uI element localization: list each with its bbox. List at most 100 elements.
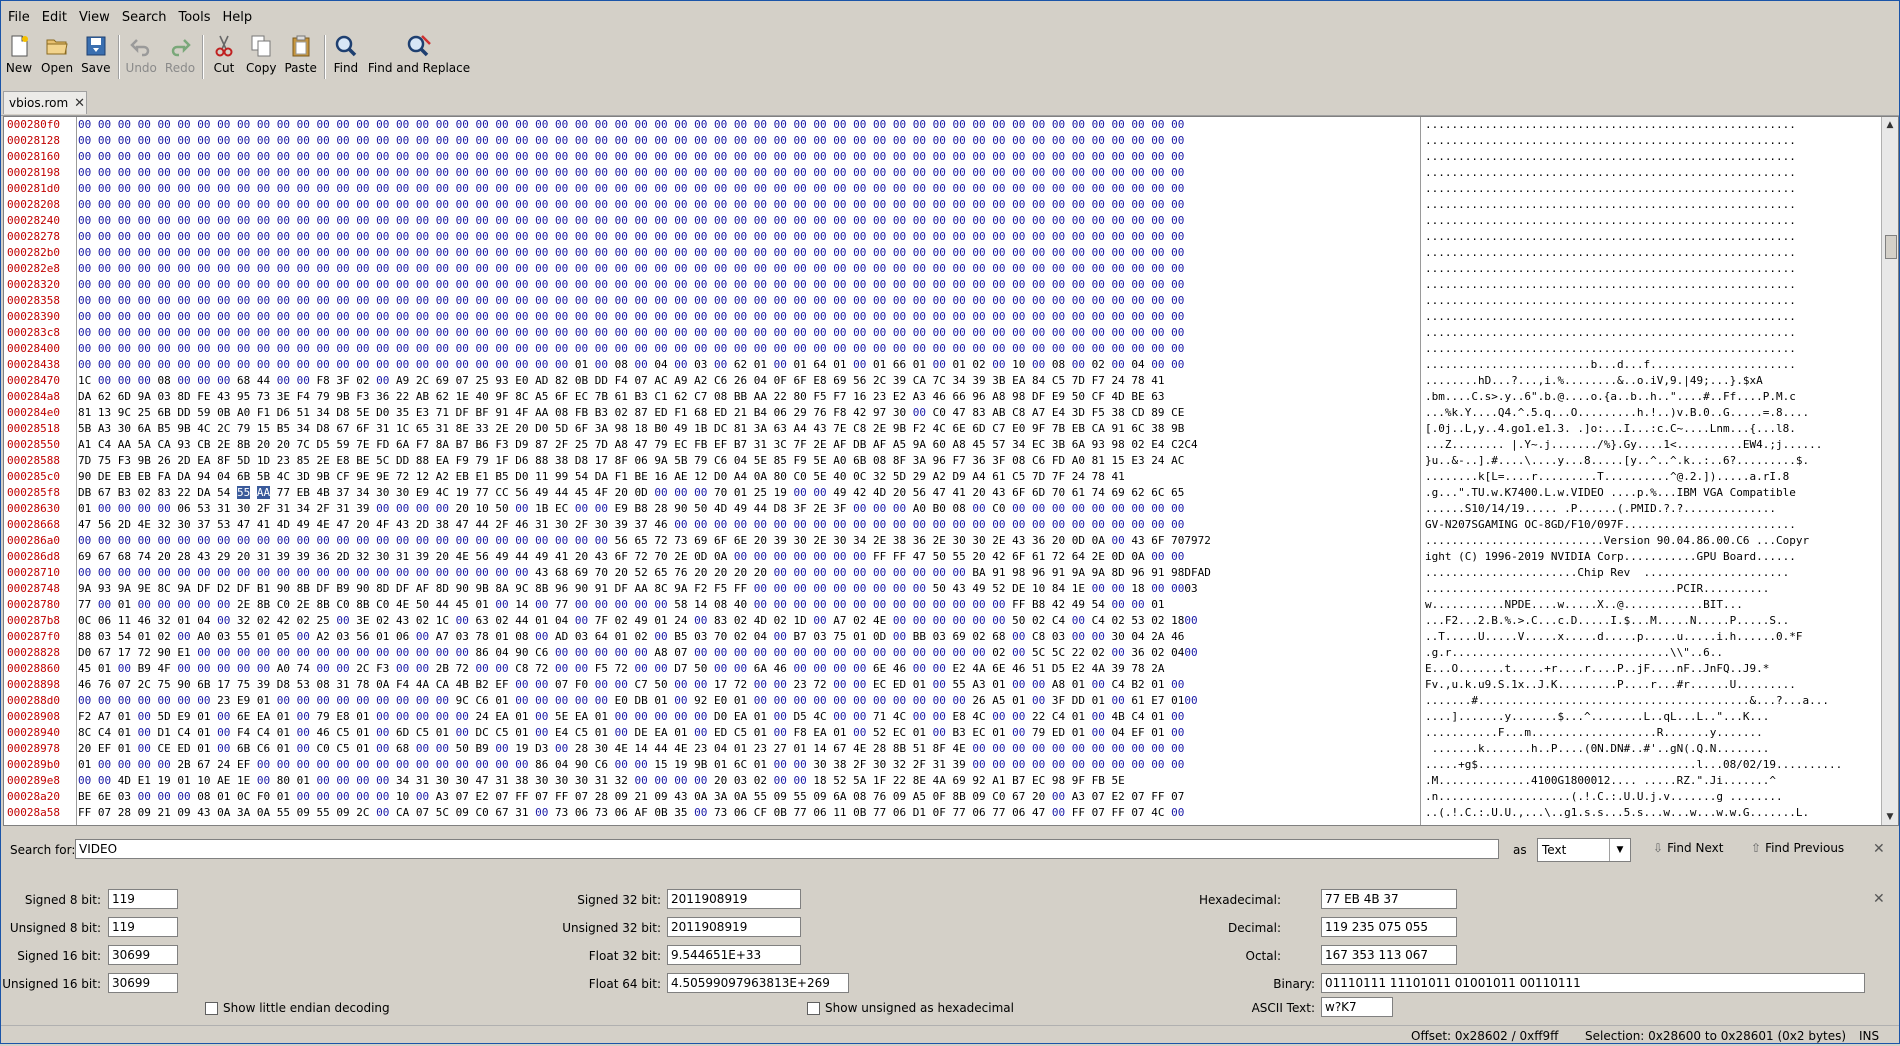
row-hex-bytes[interactable]: 0C 06 11 46 32 01 04 00 32 02 42 02 25 0… xyxy=(78,613,1198,629)
unsigned-hex-checkbox[interactable]: Show unsigned as hexadecimal xyxy=(807,1001,1014,1015)
row-hex-bytes[interactable]: 01 00 00 00 00 06 53 31 30 2F 31 34 2F 3… xyxy=(78,501,1184,517)
undo-button[interactable]: Undo xyxy=(122,31,161,75)
row-hex-bytes[interactable]: DA 62 6D 9A 03 8D FE 43 95 73 3E F4 79 9… xyxy=(78,389,1171,405)
scroll-down-icon[interactable]: ▼ xyxy=(1884,811,1896,823)
row-ascii[interactable]: ....].......y.......$...^........L..qL..… xyxy=(1425,709,1769,725)
row-ascii[interactable]: ........k[L=....r.........T..........^@.… xyxy=(1425,469,1789,485)
row-ascii[interactable]: ........................................… xyxy=(1425,293,1796,309)
row-ascii[interactable]: ........................................… xyxy=(1425,245,1796,261)
row-hex-bytes[interactable]: 00 00 00 00 00 00 00 00 00 00 00 00 00 0… xyxy=(78,197,1184,213)
row-ascii[interactable]: ......................................PC… xyxy=(1425,581,1769,597)
row-ascii[interactable]: ...........F...m...................R....… xyxy=(1425,725,1763,741)
decimal-field[interactable]: 119 235 075 055 xyxy=(1321,917,1457,937)
cut-button[interactable]: Cut xyxy=(206,31,242,75)
row-ascii[interactable]: .......#................................… xyxy=(1425,693,1829,709)
row-ascii[interactable]: ........................................… xyxy=(1425,133,1796,149)
paste-button[interactable]: Paste xyxy=(280,31,320,75)
float-64-field[interactable]: 4.50599097963813E+269 xyxy=(667,973,849,993)
row-hex-bytes[interactable]: 46 76 07 2C 75 90 6B 17 75 39 D8 53 08 3… xyxy=(78,677,1184,693)
row-hex-bytes[interactable]: F2 A7 01 00 5D E9 01 00 6E EA 01 00 79 E… xyxy=(78,709,1184,725)
row-hex-bytes[interactable]: 00 00 00 00 00 00 00 00 00 00 00 00 00 0… xyxy=(78,565,1211,581)
find-replace-button[interactable]: Find and Replace xyxy=(364,31,474,75)
row-hex-bytes[interactable]: 00 00 00 00 00 00 00 00 00 00 00 00 00 0… xyxy=(78,117,1184,133)
row-hex-bytes[interactable]: 00 00 4D E1 19 01 10 AE 1E 00 80 01 00 0… xyxy=(78,773,1131,789)
row-ascii[interactable]: ..(.!.C.:.U.U.,...\..g1.s.s...5.s...w...… xyxy=(1425,805,1809,821)
row-hex-bytes[interactable]: 1C 00 00 00 08 00 00 00 68 44 00 00 F8 3… xyxy=(78,373,1171,389)
row-ascii[interactable]: E...O.......t.....+r....r....P..jF....nF… xyxy=(1425,661,1769,677)
row-hex-bytes[interactable]: 01 00 00 00 00 2B 67 24 EF 00 00 00 00 0… xyxy=(78,757,1184,773)
search-input[interactable]: VIDEO xyxy=(75,839,1499,859)
copy-button[interactable]: Copy xyxy=(242,31,280,75)
unsigned-16-field[interactable]: 30699 xyxy=(108,973,178,993)
signed-8-field[interactable]: 119 xyxy=(108,889,178,909)
row-hex-bytes[interactable]: 00 00 00 00 00 00 00 00 00 00 00 00 00 0… xyxy=(78,133,1184,149)
vertical-scrollbar[interactable]: ▲ ▼ xyxy=(1881,117,1898,825)
row-ascii[interactable]: ........................................… xyxy=(1425,261,1796,277)
row-ascii[interactable]: GV-N207SGAMING OC-8GD/F10/097F..........… xyxy=(1425,517,1796,533)
octal-field[interactable]: 167 353 113 067 xyxy=(1321,945,1457,965)
row-hex-bytes[interactable]: 7D 75 F3 9B 26 2D EA 8F 5D 1D 23 85 2E E… xyxy=(78,453,1184,469)
row-ascii[interactable]: ........................................… xyxy=(1425,213,1796,229)
row-hex-bytes[interactable]: 00 00 00 00 00 00 00 00 00 00 00 00 00 0… xyxy=(78,357,1184,373)
row-ascii[interactable]: .bm....C.s>.y..6".b.@....o.{a..b..h.."..… xyxy=(1425,389,1796,405)
row-hex-bytes[interactable]: 77 00 01 00 00 00 00 00 2E 8B C0 2E 8B C… xyxy=(78,597,1171,613)
row-hex-bytes[interactable]: 8C C4 01 00 D1 C4 01 00 F4 C4 01 00 46 C… xyxy=(78,725,1184,741)
row-hex-bytes[interactable]: 00 00 00 00 00 00 00 00 00 00 00 00 00 0… xyxy=(78,213,1184,229)
menu-tools[interactable]: Tools xyxy=(173,10,215,25)
row-ascii[interactable]: .........................b...d...f......… xyxy=(1425,357,1796,373)
row-ascii[interactable]: .......................Chip Rev ........… xyxy=(1425,565,1789,581)
search-type-select[interactable]: Text ▼ xyxy=(1537,838,1631,862)
row-ascii[interactable]: ...F2...2.B.%.>.C...c.D.....I.$...M.....… xyxy=(1425,613,1789,629)
row-hex-bytes[interactable]: 00 00 00 00 00 00 00 23 E9 01 00 00 00 0… xyxy=(78,693,1198,709)
unsigned-32-field[interactable]: 2011908919 xyxy=(667,917,801,937)
row-hex-bytes[interactable]: 69 67 68 74 20 28 43 29 20 31 39 39 36 2… xyxy=(78,549,1184,565)
row-ascii[interactable]: ........................................… xyxy=(1425,197,1796,213)
row-hex-bytes[interactable]: 00 00 00 00 00 00 00 00 00 00 00 00 00 0… xyxy=(78,229,1184,245)
row-hex-bytes[interactable]: A1 C4 AA 5A CA 93 CB 2E 8B 20 20 7C D5 5… xyxy=(78,437,1198,453)
row-ascii[interactable]: w...........NPDE....w.....X..@..........… xyxy=(1425,597,1743,613)
row-ascii[interactable]: .g...".TU.w.K7400.L.w.VIDEO ....p.%...IB… xyxy=(1425,485,1796,501)
row-ascii[interactable]: ........................................… xyxy=(1425,149,1796,165)
row-ascii[interactable]: ........................................… xyxy=(1425,229,1796,245)
tab-vbios-rom[interactable]: vbios.rom ✕ xyxy=(3,91,87,114)
row-ascii[interactable]: Fv.,u.k.u9.S.1x..J.K.........P....r...#r… xyxy=(1425,677,1796,693)
row-hex-bytes[interactable]: 90 DE EB EB FA DA 94 04 6B 5B 4C 3D 9B C… xyxy=(78,469,1131,485)
row-hex-bytes[interactable]: 47 56 2D 4E 32 30 37 53 47 41 4D 49 4E 4… xyxy=(78,517,1184,533)
hexadecimal-field[interactable]: 77 EB 4B 37 xyxy=(1321,889,1457,909)
row-ascii[interactable]: ........................................… xyxy=(1425,117,1796,133)
menu-help[interactable]: Help xyxy=(218,10,258,25)
hex-view[interactable]: 000280f0 00 00 00 00 00 00 00 00 00 00 00… xyxy=(3,116,1899,826)
row-ascii[interactable]: ........hD...?...,i.%........&..o.iV,9.|… xyxy=(1425,373,1763,389)
row-ascii[interactable]: ........................................… xyxy=(1425,309,1796,325)
row-hex-bytes[interactable]: FF 07 28 09 21 09 43 0A 3A 0A 55 09 55 0… xyxy=(78,805,1184,821)
row-ascii[interactable]: ...........................Version 90.04… xyxy=(1425,533,1809,549)
row-hex-bytes[interactable]: 88 03 54 01 02 00 A0 03 55 01 05 00 A2 0… xyxy=(78,629,1184,645)
find-previous-button[interactable]: ⇧ Find Previous xyxy=(1751,841,1844,855)
row-ascii[interactable]: ........................................… xyxy=(1425,165,1796,181)
row-ascii[interactable]: ........................................… xyxy=(1425,181,1796,197)
binary-field[interactable]: 01110111 11101011 01001011 00110111 xyxy=(1321,973,1865,993)
float-32-field[interactable]: 9.544651E+33 xyxy=(667,945,801,965)
row-hex-bytes[interactable]: 00 00 00 00 00 00 00 00 00 00 00 00 00 0… xyxy=(78,165,1184,181)
unsigned-8-field[interactable]: 119 xyxy=(108,917,178,937)
row-hex-bytes[interactable]: 00 00 00 00 00 00 00 00 00 00 00 00 00 0… xyxy=(78,261,1184,277)
redo-button[interactable]: Redo xyxy=(161,31,199,75)
row-hex-bytes[interactable]: 9A 93 9A 9E 8C 9A DF D2 DF B1 90 8B DF B… xyxy=(78,581,1198,597)
menu-view[interactable]: View xyxy=(74,10,115,25)
row-hex-bytes[interactable]: 00 00 00 00 00 00 00 00 00 00 00 00 00 0… xyxy=(78,181,1184,197)
row-hex-bytes[interactable]: BE 6E 03 00 00 00 08 01 0C F0 01 00 00 0… xyxy=(78,789,1184,805)
close-icon[interactable]: ✕ xyxy=(1873,891,1885,907)
row-ascii[interactable]: ...Z........ |.Y~.j......./%}.Gy....1<..… xyxy=(1425,437,1822,453)
row-ascii[interactable]: ........................................… xyxy=(1425,341,1796,357)
row-ascii[interactable]: .g.r.................................\\"… xyxy=(1425,645,1723,661)
row-hex-bytes[interactable]: 5B A3 30 6A B5 9B 4C 2C 79 15 B5 34 D8 6… xyxy=(78,421,1184,437)
scrollbar-thumb[interactable] xyxy=(1885,235,1897,259)
row-hex-bytes[interactable]: 00 00 00 00 00 00 00 00 00 00 00 00 00 0… xyxy=(78,277,1184,293)
row-ascii[interactable]: .n....................(.!.C.:.U.U.j.v...… xyxy=(1425,789,1783,805)
save-button[interactable]: Save xyxy=(77,31,114,75)
new-button[interactable]: New xyxy=(1,31,37,75)
row-hex-bytes[interactable]: 00 00 00 00 00 00 00 00 00 00 00 00 00 0… xyxy=(78,309,1184,325)
signed-32-field[interactable]: 2011908919 xyxy=(667,889,801,909)
little-endian-checkbox[interactable]: Show little endian decoding xyxy=(205,1001,390,1015)
row-hex-bytes[interactable]: 81 13 9C 25 6B DD 59 0B A0 F1 D6 51 34 D… xyxy=(78,405,1184,421)
